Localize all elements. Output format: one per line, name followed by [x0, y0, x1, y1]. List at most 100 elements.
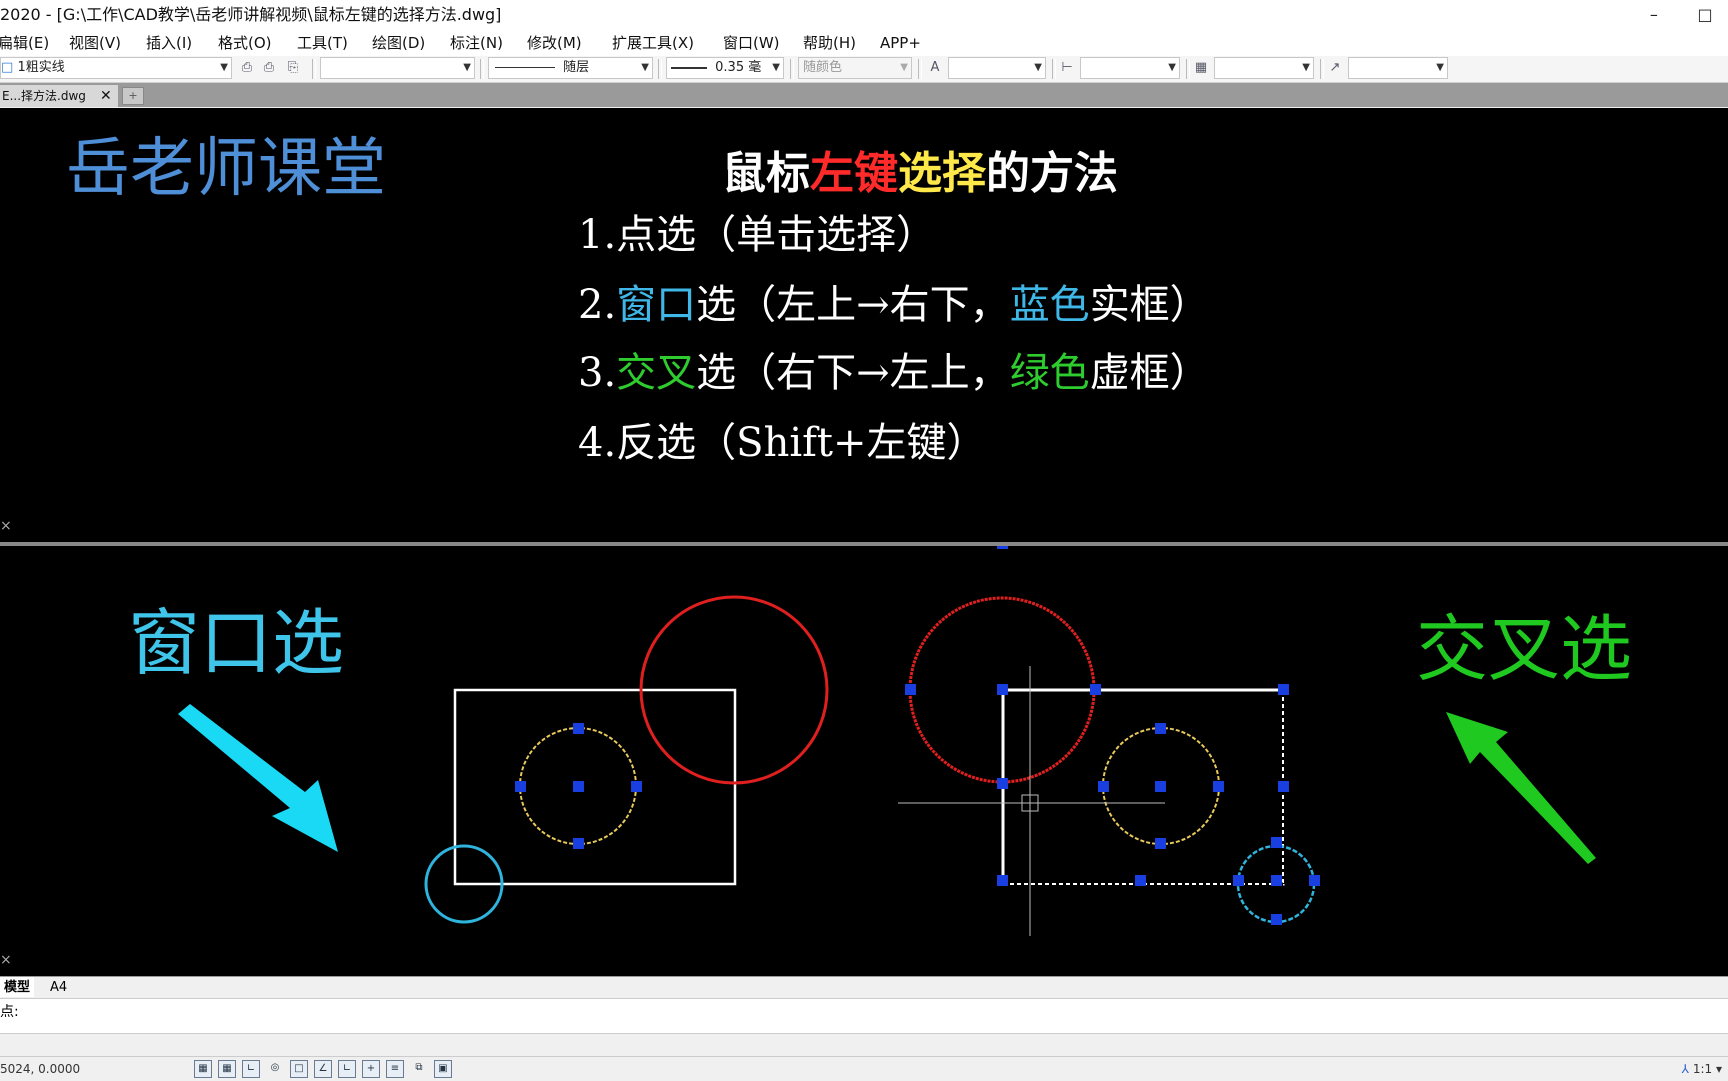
menu-view[interactable]: 视图(V)	[69, 30, 121, 56]
grid-icon[interactable]: ▦	[194, 1060, 212, 1078]
plotstyle-dropdown[interactable]: 随颜色 ▼	[798, 57, 912, 79]
menu-edit[interactable]: 扁辑(E)	[0, 30, 49, 56]
viewport-bottom[interactable]: 窗口选 交叉选 ×	[0, 546, 1728, 976]
grip[interactable]	[997, 546, 1008, 549]
polar-icon[interactable]: ◎	[266, 1060, 284, 1078]
layer-match-icon[interactable]: ⎘	[284, 59, 302, 77]
toolbar-separator	[918, 59, 922, 79]
close-tab-icon[interactable]: ✕	[100, 85, 112, 107]
table-style-icon[interactable]: ▦	[1192, 59, 1210, 77]
grip[interactable]	[515, 781, 526, 792]
grip[interactable]	[1271, 837, 1282, 848]
menu-modify[interactable]: 修改(M)	[527, 30, 582, 56]
grip[interactable]	[1278, 781, 1289, 792]
layer-dropdown[interactable]: □ 1粗实线 ▼	[0, 57, 232, 79]
maximize-icon[interactable]: □	[1682, 0, 1728, 30]
lineweight-dropdown[interactable]: 0.35 毫 ▼	[666, 57, 784, 79]
dim-style-icon[interactable]: ⊢	[1058, 59, 1076, 77]
new-tab-icon[interactable]: +	[122, 87, 144, 105]
viewport-close-icon[interactable]: ×	[0, 952, 12, 968]
menu-bar: 扁辑(E) 视图(V) 插入(I) 格式(O) 工具(T) 绘图(D) 标注(N…	[0, 30, 1728, 56]
layer-previous-icon[interactable]: ⎙	[260, 59, 278, 77]
model-space-icon[interactable]: ▣	[434, 1060, 452, 1078]
chevron-down-icon: ▼	[1302, 62, 1310, 73]
line-part: 选（左上→右下，	[696, 282, 1010, 328]
menu-insert[interactable]: 插入(I)	[146, 30, 192, 56]
line-part: 绿色	[1010, 350, 1090, 396]
brand-label: 岳老师课堂	[66, 132, 386, 206]
minimize-icon[interactable]: –	[1631, 0, 1677, 30]
toolbar-separator	[312, 59, 316, 79]
menu-app[interactable]: APP+	[880, 30, 921, 56]
heading: 鼠标左键选择的方法	[722, 148, 1118, 199]
grip[interactable]	[1155, 723, 1166, 734]
dim-style-dropdown[interactable]: ▼	[1080, 57, 1180, 79]
otrack-icon[interactable]: ∠	[314, 1060, 332, 1078]
ducs-icon[interactable]: ∟	[338, 1060, 356, 1078]
menu-format[interactable]: 格式(O)	[218, 30, 272, 56]
lineweight-icon[interactable]: ≡	[386, 1060, 404, 1078]
properties-toolbar: □ 1粗实线 ▼ ⎙ ⎙ ⎘ ▼ 随层 ▼ 0.35 毫 ▼ 随颜色 ▼ A ▼…	[0, 56, 1728, 83]
grip[interactable]	[1090, 684, 1101, 695]
ortho-icon[interactable]: ∟	[242, 1060, 260, 1078]
menu-window[interactable]: 窗口(W)	[723, 30, 780, 56]
grip[interactable]	[1271, 914, 1282, 925]
chevron-down-icon: ▼	[900, 62, 908, 73]
color-dropdown[interactable]: ▼	[320, 57, 475, 79]
chevron-down-icon: ▼	[1436, 62, 1444, 73]
grip[interactable]	[905, 684, 916, 695]
tab-a4[interactable]: A4	[46, 977, 71, 997]
text-style-icon[interactable]: A	[926, 59, 944, 77]
file-tab[interactable]: E...择方法.dwg ✕	[0, 85, 118, 107]
command-line[interactable]: 点:	[0, 998, 1728, 1034]
menu-help[interactable]: 帮助(H)	[803, 30, 856, 56]
toolbar-separator	[790, 59, 794, 79]
grip[interactable]	[1271, 875, 1282, 886]
window-selection-box	[453, 688, 737, 886]
multileader-style-icon[interactable]: ↗	[1326, 59, 1344, 77]
grip[interactable]	[573, 781, 584, 792]
menu-dimension[interactable]: 标注(N)	[450, 30, 503, 56]
grip[interactable]	[997, 778, 1008, 789]
grip[interactable]	[1135, 875, 1146, 886]
osnap-icon[interactable]: □	[290, 1060, 308, 1078]
snap-icon[interactable]: ▦	[218, 1060, 236, 1078]
grip[interactable]	[1098, 781, 1109, 792]
line-part: 虚框）	[1090, 350, 1210, 396]
title-bar: 2020 - [G:\工作\CAD教学\岳老师讲解视频\鼠标左键的选择方法.dw…	[0, 0, 1728, 30]
menu-draw[interactable]: 绘图(D)	[372, 30, 425, 56]
heading-part: 鼠标	[722, 148, 810, 199]
annotation-scale[interactable]: ⅄ 1:1 ▾	[1682, 1057, 1722, 1081]
chevron-down-icon: ▼	[1034, 62, 1042, 73]
selection-cycle-icon[interactable]: ⧉	[410, 1060, 428, 1078]
grip[interactable]	[1155, 838, 1166, 849]
grip[interactable]	[1213, 781, 1224, 792]
grip[interactable]	[1309, 875, 1320, 886]
grip[interactable]	[573, 838, 584, 849]
dyn-icon[interactable]: +	[362, 1060, 380, 1078]
menu-express-tools[interactable]: 扩展工具(X)	[612, 30, 694, 56]
menu-tools[interactable]: 工具(T)	[297, 30, 348, 56]
multileader-style-dropdown[interactable]: ▼	[1348, 57, 1448, 79]
grip[interactable]	[1233, 875, 1244, 886]
grip[interactable]	[1155, 781, 1166, 792]
viewport-close-icon[interactable]: ×	[0, 518, 12, 534]
window-select-arrow	[178, 704, 338, 852]
line-part: 实框）	[1090, 282, 1210, 328]
grip[interactable]	[631, 781, 642, 792]
line-part: 3.	[578, 350, 616, 396]
grip[interactable]	[573, 723, 584, 734]
layout-tab-bar: 模型 A4	[0, 976, 1728, 999]
linetype-dropdown[interactable]: 随层 ▼	[488, 57, 653, 79]
layer-make-current-icon[interactable]: ⎙	[238, 59, 256, 77]
text-style-dropdown[interactable]: ▼	[948, 57, 1046, 79]
grip[interactable]	[997, 684, 1008, 695]
grip[interactable]	[997, 875, 1008, 886]
viewport-top[interactable]: 岳老师课堂 鼠标左键选择的方法 1.点选（单击选择） 2.窗口选（左上→右下，蓝…	[0, 108, 1728, 542]
line-part: 交叉	[616, 350, 696, 396]
grip[interactable]	[1278, 684, 1289, 695]
method-line-3: 3.交叉选（右下→左上，绿色虚框）	[578, 350, 1210, 396]
layer-icon: □	[1, 60, 14, 75]
table-style-dropdown[interactable]: ▼	[1214, 57, 1314, 79]
tab-model[interactable]: 模型	[0, 977, 35, 997]
